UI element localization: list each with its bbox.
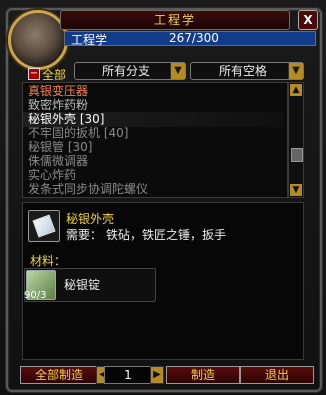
casing-icon <box>32 214 56 238</box>
recipe-item[interactable]: 秘银管 [30] <box>28 140 268 154</box>
skill-name: 工程学 <box>71 33 108 47</box>
quantity-input[interactable]: 1 <box>104 366 152 384</box>
requires-value: 铁砧，铁匠之锤，扳手 <box>106 228 227 242</box>
recipe-item[interactable]: 发条式同步协调陀螺仪 <box>28 182 268 196</box>
slot-dropdown[interactable]: 所有空格 ▼ <box>190 62 304 80</box>
recipe-item[interactable]: 侏儒微调器 <box>28 154 268 168</box>
recipe-item-selected[interactable]: 秘银外壳 [30] <box>28 112 268 126</box>
requires-label: 需要： <box>66 228 103 242</box>
material-count: 90/3 <box>24 290 47 301</box>
close-button[interactable]: X <box>298 10 318 30</box>
chevron-down-icon[interactable]: ▼ <box>288 63 303 79</box>
craft-all-button[interactable]: 全部制造 <box>20 366 98 384</box>
subclass-dropdown-value: 所有分支 <box>101 64 150 78</box>
profession-portrait <box>8 10 68 70</box>
recipe-item[interactable]: 真银变压器 <box>28 84 268 98</box>
subclass-dropdown[interactable]: 所有分支 ▼ <box>74 62 186 80</box>
recipe-item[interactable]: 不牢固的扳机 [40] <box>28 126 268 140</box>
exit-button[interactable]: 退出 <box>240 366 314 384</box>
item-icon[interactable] <box>28 210 60 242</box>
skill-value: 267/300 <box>169 31 219 45</box>
slot-dropdown-value: 所有空格 <box>218 64 267 78</box>
window-title: 工程学 <box>60 10 290 30</box>
skill-progress-bar: 工程学 267/300 <box>64 31 316 47</box>
increase-quantity-icon[interactable]: ▶ <box>150 366 164 384</box>
scroll-down-icon[interactable]: ▼ <box>290 184 302 196</box>
recipe-scrollbar[interactable]: ▲ ▼ <box>288 82 304 198</box>
chevron-down-icon[interactable]: ▼ <box>170 63 185 79</box>
recipe-item[interactable]: 致密炸药粉 <box>28 98 268 112</box>
scroll-thumb[interactable] <box>291 148 303 162</box>
material-name: 秘银锭 <box>64 278 101 292</box>
item-name: 秘银外壳 <box>66 212 115 226</box>
collapse-all-icon[interactable]: − <box>28 68 40 80</box>
craft-button[interactable]: 制造 <box>166 366 240 384</box>
scroll-up-icon[interactable]: ▲ <box>290 84 302 96</box>
materials-label: 材料： <box>30 254 67 268</box>
recipe-item[interactable]: 实心炸药 <box>28 168 268 182</box>
all-toggle-label[interactable]: 全部 <box>42 66 66 83</box>
